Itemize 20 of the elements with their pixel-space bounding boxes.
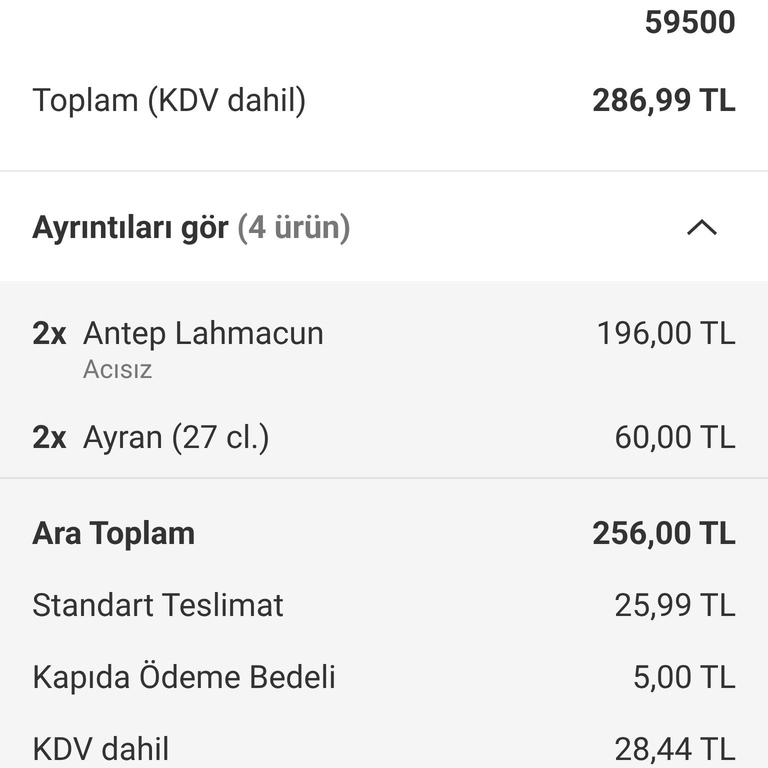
item-quantity: 2x (32, 417, 67, 457)
item-price: 60,00 TL (614, 417, 736, 457)
summary-label: Kapıda Ödeme Bedeli (32, 657, 336, 698)
summary-value: 256,00 TL (592, 513, 736, 554)
details-title: Ayrıntıları gör (4 ürün) (32, 206, 352, 248)
summary-label: KDV dahil (32, 729, 170, 768)
summary-value: 28,44 TL (614, 729, 736, 768)
address-postcode: 59500 (644, 4, 736, 40)
item-quantity: 2x (32, 313, 67, 354)
item-name: Ayran (27 cl.) (82, 417, 270, 457)
summary-value: 5,00 TL (632, 657, 736, 698)
item-option: Acısız (82, 353, 324, 387)
summary-value: 25,99 TL (614, 585, 736, 626)
item-price: 196,00 TL (596, 313, 736, 354)
details-toggle[interactable]: Ayrıntıları gör (4 ürün) (0, 172, 768, 281)
summary-label: Standart Teslimat (32, 585, 284, 626)
item-name: Antep Lahmacun (82, 313, 324, 353)
total-value: 286,99 TL (592, 80, 736, 121)
summary-label: Ara Toplam (32, 513, 196, 554)
total-label: Toplam (KDV dahil) (32, 80, 307, 121)
